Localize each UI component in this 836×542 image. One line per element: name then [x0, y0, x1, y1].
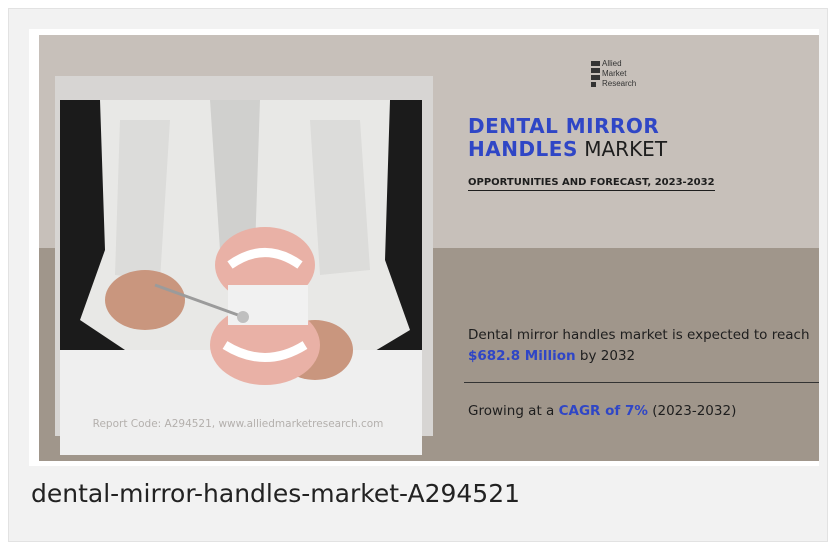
allied-market-research-logo: Allied Market Research [590, 59, 680, 93]
market-size-value: $682.8 Million [468, 348, 576, 364]
market-infographic: Report Code: A294521, www.alliedmarketre… [39, 35, 819, 461]
logo-line: Allied [602, 59, 622, 68]
stat1-suffix: by 2032 [575, 348, 636, 364]
stat2-suffix: (2023-2032) [647, 403, 737, 419]
stat1-prefix: Dental mirror handles market is expected… [468, 327, 810, 343]
logo-line: Market [602, 69, 627, 78]
market-size-statement: Dental mirror handles market is expected… [468, 325, 818, 367]
title-plain: MARKET [577, 137, 668, 161]
logo-mark-icon [591, 61, 600, 87]
logo-wordmark: Allied Market Research [602, 59, 636, 89]
title-highlight-line-1: DENTAL MIRROR [468, 114, 660, 138]
cagr-statement: Growing at a CAGR of 7% (2023-2032) [468, 401, 818, 421]
image-caption: dental-mirror-handles-market-A294521 [31, 479, 521, 508]
report-code-watermark: Report Code: A294521, www.alliedmarketre… [92, 418, 384, 430]
logo-line: Research [602, 79, 637, 88]
stat-divider [464, 382, 819, 383]
infographic-subtitle: OPPORTUNITIES AND FORECAST, 2023-2032 [468, 177, 715, 191]
dentist-photo [60, 100, 422, 455]
stat2-prefix: Growing at a [468, 403, 559, 419]
photo-backdrop [55, 76, 433, 455]
infographic-title: DENTAL MIRROR HANDLES MARKET [468, 115, 808, 161]
dentist-holding-dentures-illustration [60, 100, 422, 455]
gallery-frame: Report Code: A294521, www.alliedmarketre… [8, 8, 828, 542]
title-highlight-line-2: HANDLES [468, 137, 578, 161]
image-card[interactable]: Report Code: A294521, www.alliedmarketre… [29, 29, 819, 466]
cagr-value: CAGR of 7% [558, 403, 648, 419]
